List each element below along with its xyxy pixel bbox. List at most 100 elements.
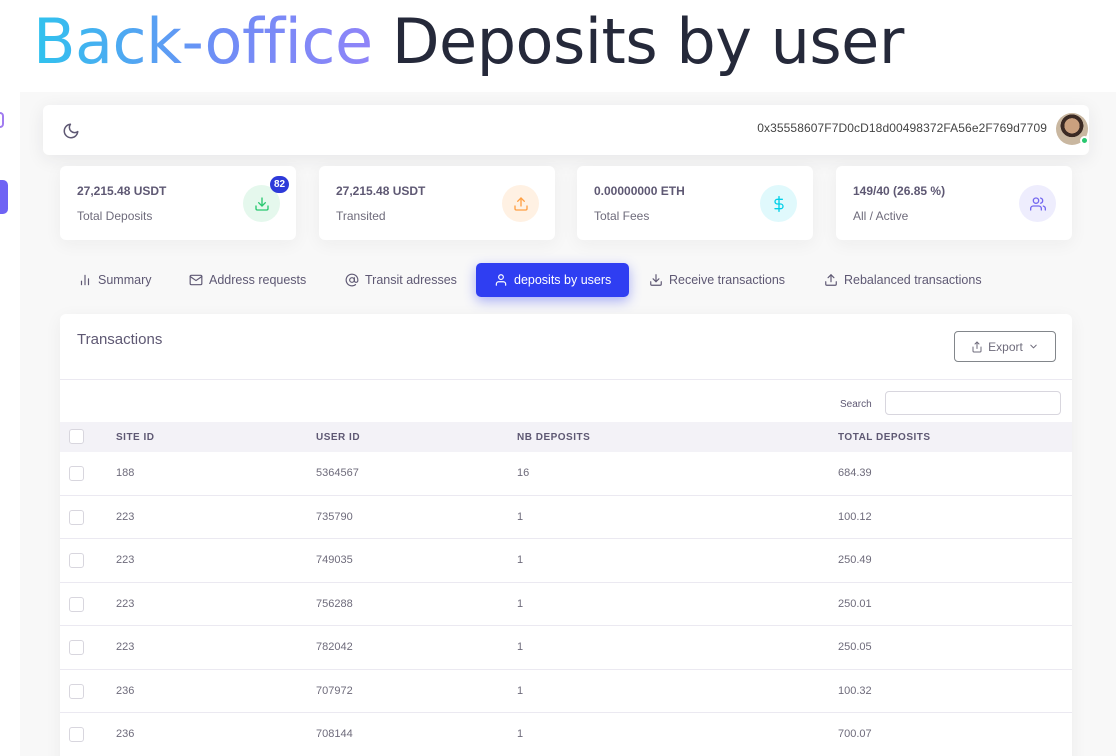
online-status-dot — [1080, 136, 1089, 145]
cell-nb-deposits: 1 — [517, 510, 524, 523]
row-checkbox[interactable] — [69, 466, 84, 481]
stat-value: 27,215.48 USDT — [336, 184, 426, 198]
download-icon — [650, 274, 662, 286]
wallet-address[interactable]: 0x35558607F7D0cD18d00498372FA56e2F769d77… — [757, 121, 1047, 135]
divider — [60, 379, 1072, 380]
stat-label: Total Fees — [594, 209, 650, 223]
column-header-total-deposits[interactable]: TOTAL DEPOSITS — [838, 432, 931, 443]
cell-site-id: 223 — [116, 554, 135, 566]
bar-chart-icon — [80, 274, 90, 286]
user-icon — [495, 274, 507, 286]
table-row[interactable]: 188 5364567 16 684.39 — [60, 452, 1072, 496]
cell-user-id: 735790 — [316, 510, 353, 523]
sidebar-collapsed — [0, 92, 20, 756]
tab-label: Summary — [98, 273, 152, 287]
table-row[interactable]: 223 735790 1 100.12 — [60, 496, 1072, 539]
stat-label: All / Active — [853, 209, 909, 223]
tab-label: Rebalanced transactions — [844, 273, 982, 287]
upload-icon — [502, 185, 539, 222]
cell-total-deposits: 100.32 — [838, 684, 872, 697]
row-checkbox[interactable] — [69, 640, 84, 655]
table-row[interactable]: 223 756288 1 250.01 — [60, 583, 1072, 626]
row-checkbox[interactable] — [69, 596, 84, 612]
cell-user-id: 5364567 — [316, 467, 359, 479]
stat-value: 27,215.48 USDT — [77, 184, 167, 198]
cell-user-id: 782042 — [316, 641, 353, 653]
tab-label: Receive transactions — [669, 273, 786, 287]
search-label: Search — [840, 399, 872, 410]
avatar[interactable] — [1056, 113, 1089, 145]
tab-rebalanced-transactions[interactable]: Rebalanced transactions — [824, 263, 982, 297]
row-checkbox[interactable] — [69, 727, 84, 742]
column-header-site-id[interactable]: SITE ID — [116, 432, 155, 443]
notification-badge: 82 — [270, 176, 290, 193]
cell-nb-deposits: 1 — [517, 641, 524, 653]
at-icon — [345, 273, 359, 287]
table-row[interactable]: 223 782042 1 250.05 — [60, 626, 1072, 670]
cell-site-id: 236 — [116, 684, 135, 697]
row-checkbox[interactable] — [69, 553, 84, 568]
search-input[interactable] — [885, 391, 1061, 415]
hero-accent-text: Back-office — [33, 5, 373, 78]
cell-nb-deposits: 1 — [517, 554, 524, 566]
cell-user-id: 749035 — [316, 554, 353, 566]
stat-value: 149/40 (26.85 %) — [853, 184, 946, 198]
top-navbar: 0x35558607F7D0cD18d00498372FA56e2F769d77… — [43, 105, 1089, 155]
moon-icon[interactable] — [62, 122, 80, 140]
stat-label: Transited — [336, 209, 386, 223]
tab-label: Transit adresses — [365, 273, 457, 287]
cell-total-deposits: 684.39 — [838, 467, 872, 479]
stat-card-total-fees: 0.00000000 ETH Total Fees — [577, 166, 813, 240]
cell-total-deposits: 250.05 — [838, 641, 872, 653]
logo-icon — [0, 112, 4, 128]
upload-icon — [825, 274, 837, 286]
tab-summary[interactable]: Summary — [78, 263, 151, 297]
cell-nb-deposits: 1 — [517, 597, 524, 610]
cell-nb-deposits: 1 — [517, 684, 524, 697]
dollar-icon — [760, 185, 797, 222]
tab-deposits-by-users[interactable]: deposits by users — [476, 263, 630, 297]
cell-nb-deposits: 1 — [517, 728, 524, 740]
cell-site-id: 223 — [116, 510, 135, 523]
row-checkbox[interactable] — [69, 509, 84, 525]
share-icon — [972, 341, 982, 352]
page-hero-title: Back-office Deposits by user — [33, 6, 904, 78]
card-title: Transactions — [77, 331, 163, 348]
cell-user-id: 756288 — [316, 597, 353, 610]
cell-site-id: 223 — [116, 597, 135, 610]
cell-total-deposits: 100.12 — [838, 510, 872, 523]
cell-site-id: 236 — [116, 728, 135, 740]
cell-site-id: 188 — [116, 467, 135, 479]
select-all-checkbox[interactable] — [69, 429, 84, 444]
transactions-card: Transactions Export Search SITE ID USER … — [60, 314, 1072, 756]
cell-total-deposits: 700.07 — [838, 728, 872, 740]
stat-card-users: 149/40 (26.85 %) All / Active — [836, 166, 1072, 240]
stat-card-total-deposits: 27,215.48 USDT Total Deposits 82 — [60, 166, 296, 240]
tab-label: Address requests — [209, 273, 307, 287]
stat-card-transited: 27,215.48 USDT Transited — [319, 166, 555, 240]
tab-label: deposits by users — [514, 273, 612, 287]
users-icon — [1019, 185, 1056, 222]
cell-total-deposits: 250.01 — [838, 597, 872, 610]
column-header-user-id[interactable]: USER ID — [316, 432, 360, 443]
sidebar-active-indicator[interactable] — [0, 180, 8, 214]
table-header: SITE ID USER ID NB DEPOSITS TOTAL DEPOSI… — [60, 422, 1072, 452]
hero-title-text: Deposits by user — [391, 5, 905, 78]
stat-value: 0.00000000 ETH — [594, 184, 685, 198]
cell-user-id: 707972 — [316, 684, 353, 697]
cell-nb-deposits: 16 — [517, 467, 530, 479]
stat-label: Total Deposits — [77, 209, 153, 223]
tab-address-requests[interactable]: Address requests — [189, 263, 306, 297]
table-row[interactable]: 223 749035 1 250.49 — [60, 539, 1072, 583]
tab-transit-addresses[interactable]: Transit adresses — [345, 263, 457, 297]
cell-site-id: 223 — [116, 641, 135, 653]
column-header-nb-deposits[interactable]: NB DEPOSITS — [517, 432, 590, 443]
row-checkbox[interactable] — [69, 683, 84, 699]
export-button[interactable]: Export — [954, 331, 1056, 362]
table-row[interactable]: 236 707972 1 100.32 — [60, 670, 1072, 713]
cell-user-id: 708144 — [316, 728, 353, 740]
tab-receive-transactions[interactable]: Receive transactions — [649, 263, 785, 297]
cell-total-deposits: 250.49 — [838, 554, 872, 566]
chevron-down-icon — [1030, 344, 1037, 349]
table-row[interactable]: 236 708144 1 700.07 — [60, 713, 1072, 756]
